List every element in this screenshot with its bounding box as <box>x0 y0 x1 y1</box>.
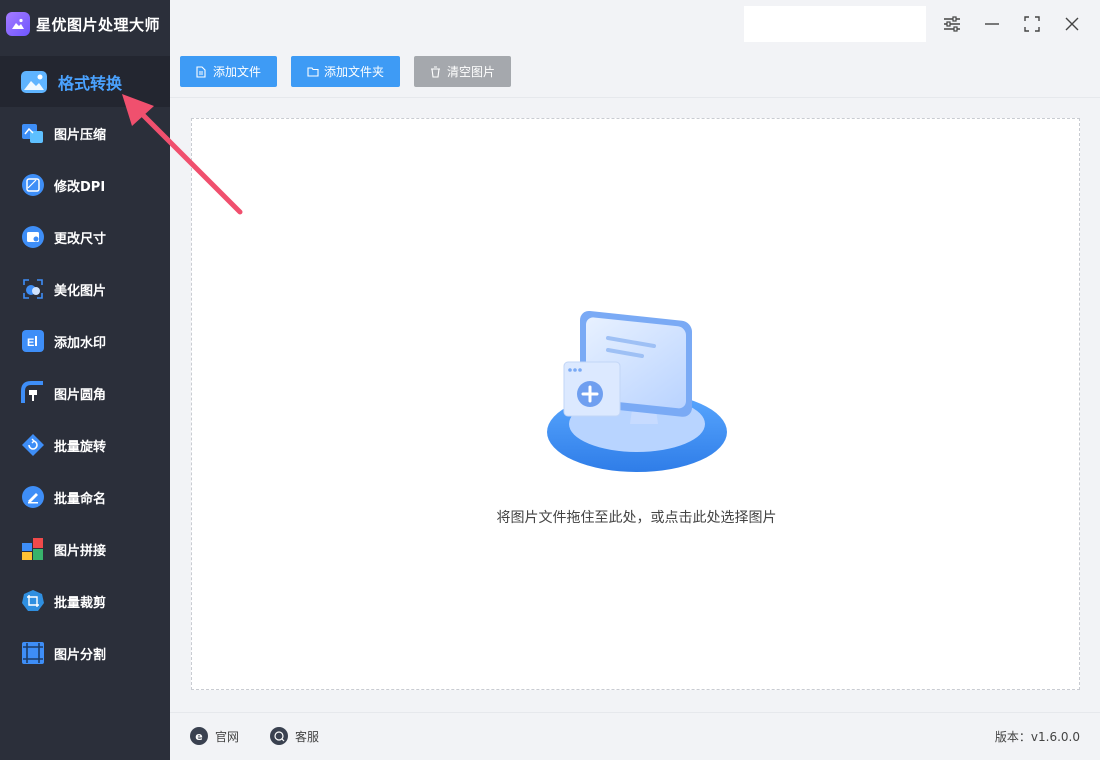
app-brand: 星优图片处理大师 <box>0 0 170 48</box>
add-folder-button[interactable]: 添加文件夹 <box>291 56 400 87</box>
sidebar-item-label: 美化图片 <box>54 283 107 299</box>
sidebar-item-label: 图片分割 <box>54 647 107 663</box>
sidebar-item-label: 批量裁剪 <box>54 595 107 611</box>
close-icon[interactable] <box>1060 12 1084 36</box>
sidebar-item-label: 修改DPI <box>54 179 106 195</box>
add-file-label: 添加文件 <box>212 65 261 79</box>
svg-text:E: E <box>27 337 34 349</box>
rotate-icon <box>20 432 46 458</box>
sidebar-item-rounded-corner[interactable]: 图片圆角 <box>0 367 170 419</box>
settings-sliders-icon[interactable] <box>940 12 964 36</box>
sidebar-item-crop[interactable]: 批量裁剪 <box>0 575 170 627</box>
file-drop-zone[interactable]: 将图片文件拖住至此处，或点击此处选择图片 <box>191 118 1080 690</box>
split-icon <box>20 640 46 666</box>
maximize-icon[interactable] <box>1020 12 1044 36</box>
monitor-add-illustration-icon <box>547 310 727 472</box>
website-e-icon: e <box>190 727 208 745</box>
rounded-corner-icon <box>20 380 46 406</box>
sidebar-item-rotate[interactable]: 批量旋转 <box>0 419 170 471</box>
resize-icon <box>20 224 46 250</box>
title-bar <box>170 0 1100 48</box>
file-icon <box>196 65 208 78</box>
chat-bubble-icon <box>270 727 288 745</box>
sidebar-item-split[interactable]: 图片分割 <box>0 627 170 679</box>
image-convert-icon <box>20 68 48 96</box>
watermark-icon: E <box>20 328 46 354</box>
add-file-button[interactable]: 添加文件 <box>180 56 277 87</box>
sidebar-nav: 图片压缩 修改DPI 更改尺寸 美化图片 E 添加水印 图片圆角 批量旋转 批量… <box>0 107 170 679</box>
minimize-icon[interactable] <box>980 12 1004 36</box>
sidebar-item-rename[interactable]: 批量命名 <box>0 471 170 523</box>
top-search-input[interactable] <box>744 6 926 42</box>
sidebar-item-label: 批量命名 <box>54 491 107 507</box>
sidebar-item-watermark[interactable]: E 添加水印 <box>0 315 170 367</box>
version-text: 版本：v1.6.0.0 <box>994 730 1080 744</box>
app-title: 星优图片处理大师 <box>36 15 161 34</box>
sidebar-item-compress[interactable]: 图片压缩 <box>0 107 170 159</box>
folder-icon <box>307 66 319 78</box>
sidebar-item-beautify[interactable]: 美化图片 <box>0 263 170 315</box>
sidebar-item-format-convert[interactable]: 格式转换 <box>0 56 170 107</box>
main-area: 将图片文件拖住至此处，或点击此处选择图片 <box>170 98 1100 712</box>
beautify-icon <box>20 276 46 302</box>
sidebar-item-label: 格式转换 <box>58 73 123 93</box>
clear-images-label: 清空图片 <box>446 65 495 79</box>
drop-hint-text: 将图片文件拖住至此处，或点击此处选择图片 <box>496 510 777 526</box>
website-label: 官网 <box>215 729 240 744</box>
sidebar-item-label: 批量旋转 <box>54 439 107 455</box>
clear-images-button[interactable]: 清空图片 <box>414 56 511 87</box>
crop-icon <box>20 588 46 614</box>
sidebar-item-label: 更改尺寸 <box>54 231 107 247</box>
sidebar-item-label: 添加水印 <box>54 335 107 351</box>
sidebar-item-label: 图片压缩 <box>54 127 107 143</box>
sidebar-item-label: 图片圆角 <box>54 387 107 403</box>
compress-icon <box>20 120 46 146</box>
sidebar-item-dpi[interactable]: 修改DPI <box>0 159 170 211</box>
website-link[interactable]: e 官网 <box>190 727 239 745</box>
sidebar: 星优图片处理大师 格式转换 图片压缩 修改DPI 更改尺寸 美化图片 E 添加水… <box>0 0 170 760</box>
stitch-icon <box>20 536 46 562</box>
footer: e 官网 客服 版本：v1.6.0.0 <box>170 712 1100 760</box>
app-logo-icon <box>6 12 30 36</box>
sidebar-item-stitch[interactable]: 图片拼接 <box>0 523 170 575</box>
support-link[interactable]: 客服 <box>270 727 319 745</box>
trash-icon <box>430 65 442 78</box>
support-label: 客服 <box>295 729 320 744</box>
dpi-icon <box>20 172 46 198</box>
rename-icon <box>20 484 46 510</box>
sidebar-item-resize[interactable]: 更改尺寸 <box>0 211 170 263</box>
add-folder-label: 添加文件夹 <box>323 65 384 79</box>
toolbar: 添加文件 添加文件夹 清空图片 <box>170 48 1100 98</box>
sidebar-item-label: 图片拼接 <box>54 543 107 559</box>
